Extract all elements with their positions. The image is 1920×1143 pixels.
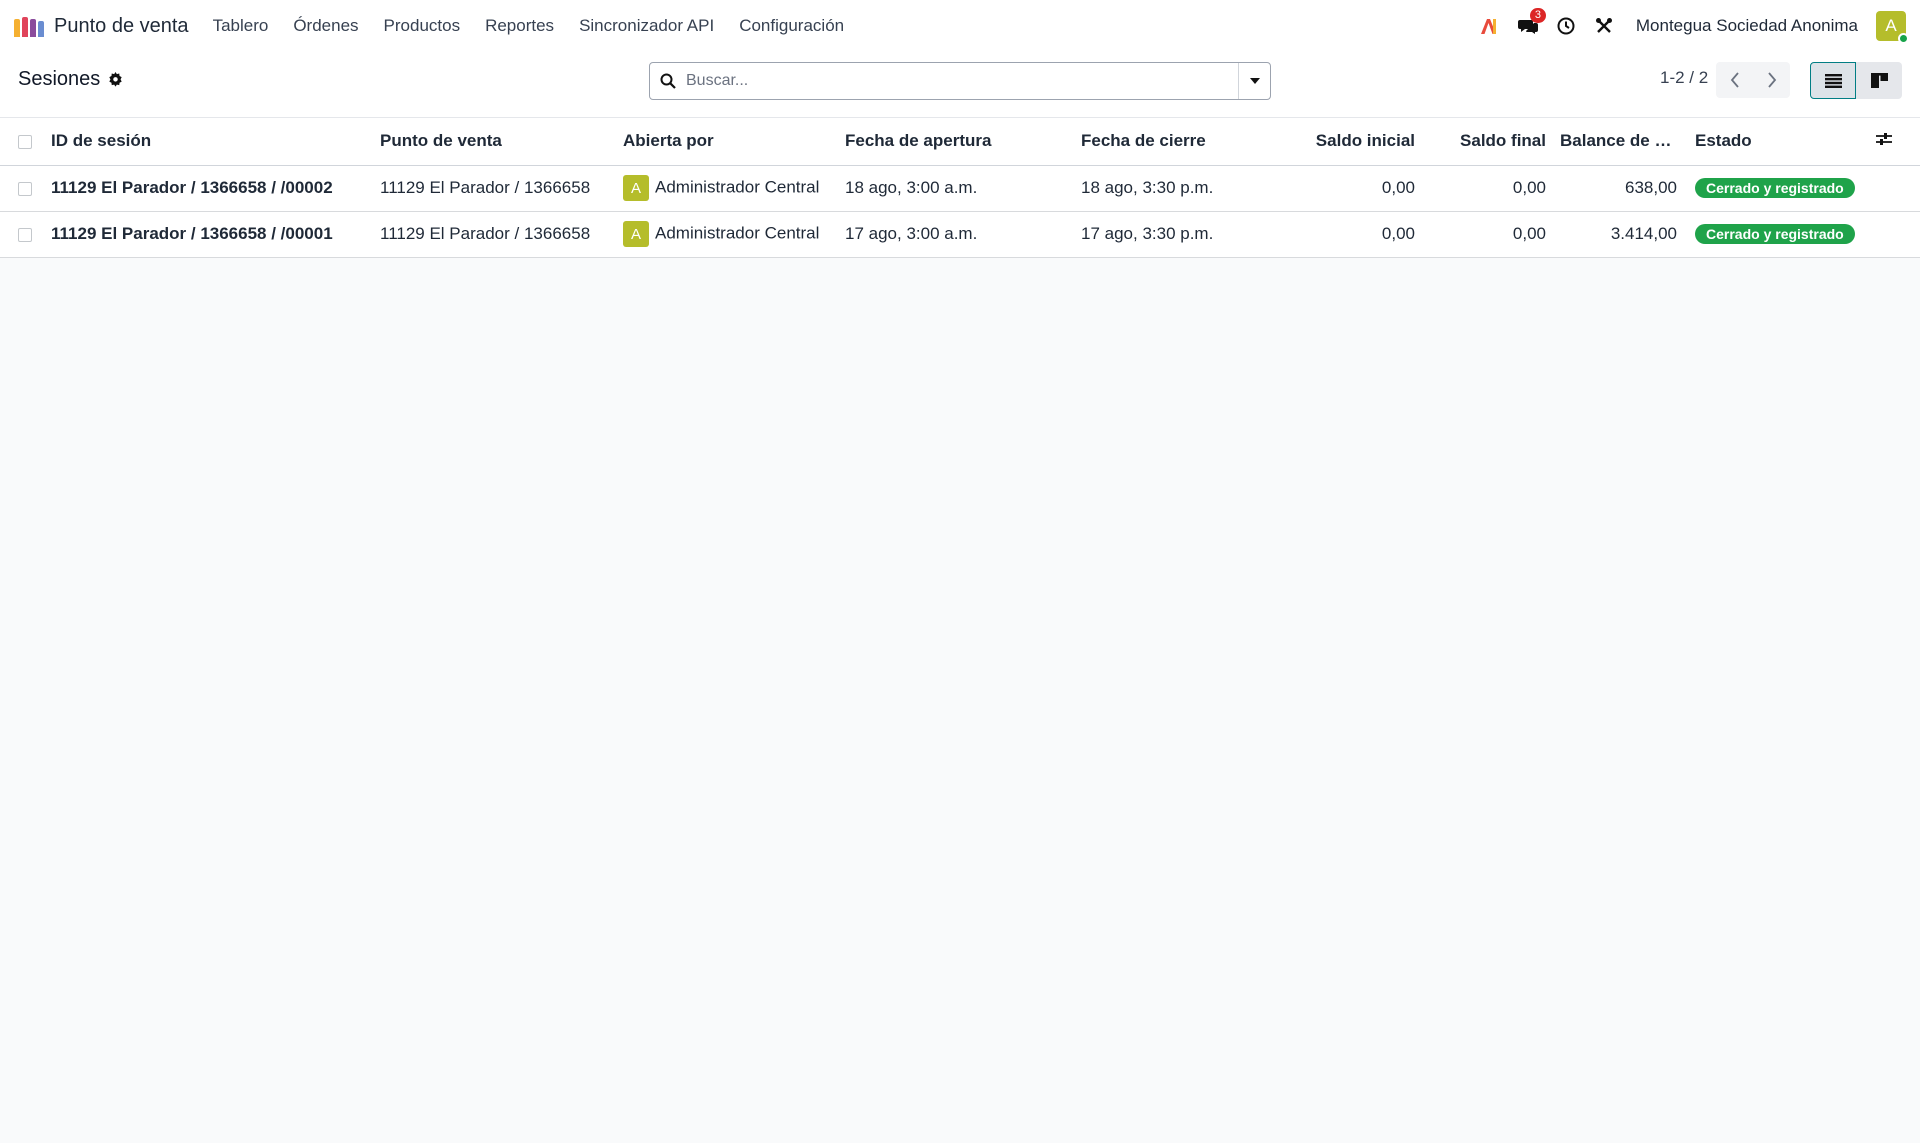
- breadcrumb: Sesiones: [18, 68, 123, 91]
- cell-opening-balance[interactable]: 0,00: [1277, 165, 1426, 212]
- row-checkbox[interactable]: [18, 181, 32, 196]
- pager-value[interactable]: 1-2 / 2: [1660, 68, 1708, 88]
- view-switcher: [1810, 62, 1902, 99]
- sliders-icon: [1876, 132, 1892, 145]
- cell-closing-date[interactable]: 18 ago, 3:30 p.m.: [1081, 165, 1277, 212]
- cell-closing-balance[interactable]: 0,00: [1426, 211, 1556, 258]
- cell-pos[interactable]: 11129 El Parador / 1366658: [380, 165, 623, 212]
- column-header-balance[interactable]: Balance de ci...: [1556, 118, 1687, 166]
- column-header-pos[interactable]: Punto de venta: [380, 118, 623, 166]
- kanban-view-button[interactable]: [1856, 62, 1902, 99]
- pos-app-icon[interactable]: [14, 15, 44, 37]
- row-select-cell: [0, 165, 42, 212]
- cell-opening-date[interactable]: 18 ago, 3:00 a.m.: [845, 165, 1081, 212]
- table-row[interactable]: 11129 El Parador / 1366658 / /00002 1112…: [0, 165, 1920, 212]
- select-all-checkbox[interactable]: [18, 134, 32, 149]
- cell-session-id[interactable]: 11129 El Parador / 1366658 / /00001: [42, 211, 380, 258]
- menu-item-reportes[interactable]: Reportes: [485, 16, 554, 36]
- cell-status[interactable]: Cerrado y registrado: [1687, 165, 1872, 212]
- cell-closing-date[interactable]: 17 ago, 3:30 p.m.: [1081, 211, 1277, 258]
- menu-item-tablero[interactable]: Tablero: [213, 16, 269, 36]
- kanban-view-icon: [1870, 73, 1888, 88]
- cell-opening-date[interactable]: 17 ago, 3:00 a.m.: [845, 211, 1081, 258]
- sessions-list: ID de sesión Punto de venta Abierta por …: [0, 118, 1920, 258]
- search-input[interactable]: [686, 63, 1238, 99]
- chat-icon[interactable]: 3: [1517, 8, 1547, 36]
- cell-status[interactable]: Cerrado y registrado: [1687, 211, 1872, 258]
- ai-icon[interactable]: [1480, 16, 1500, 36]
- clock-icon[interactable]: [1556, 16, 1576, 36]
- row-checkbox[interactable]: [18, 227, 32, 242]
- company-switcher[interactable]: Montegua Sociedad Anonima: [1636, 16, 1858, 36]
- page-title: Sesiones: [18, 68, 101, 90]
- caret-down-icon: [1249, 78, 1260, 84]
- list-view-button[interactable]: [1810, 62, 1856, 99]
- column-header-closing-date[interactable]: Fecha de cierre: [1081, 118, 1277, 166]
- row-select-cell: [0, 211, 42, 258]
- status-badge: Cerrado y registrado: [1695, 178, 1855, 198]
- user-avatar-initial: A: [1885, 16, 1897, 35]
- column-header-session-id[interactable]: ID de sesión: [42, 118, 380, 166]
- opened-by-name: Administrador Central: [655, 177, 820, 197]
- cell-balance[interactable]: 638,00: [1556, 165, 1687, 212]
- cell-opened-by[interactable]: A Administrador Central: [623, 211, 845, 258]
- menu-item-configuracion[interactable]: Configuración: [739, 16, 844, 36]
- status-badge: Cerrado y registrado: [1695, 224, 1855, 244]
- control-panel: Sesiones 1-2 / 2: [0, 52, 1920, 118]
- cell-balance[interactable]: 3.414,00: [1556, 211, 1687, 258]
- row-empty-cell: [1872, 165, 1920, 212]
- pager-next-button[interactable]: [1753, 62, 1790, 98]
- gear-icon[interactable]: [108, 72, 123, 87]
- row-empty-cell: [1872, 211, 1920, 258]
- app-name[interactable]: Punto de venta: [54, 15, 189, 38]
- systray: 3 Montegua Sociedad Anonima A: [1480, 8, 1909, 44]
- list-view-icon: [1824, 73, 1842, 88]
- search-icon: [650, 73, 686, 89]
- pager-buttons: [1716, 62, 1790, 98]
- column-header-opening-date[interactable]: Fecha de apertura: [845, 118, 1081, 166]
- top-navbar: Punto de venta Tablero Órdenes Productos…: [0, 0, 1920, 52]
- cell-opening-balance[interactable]: 0,00: [1277, 211, 1426, 258]
- table-row[interactable]: 11129 El Parador / 1366658 / /00001 1112…: [0, 211, 1920, 258]
- pager: 1-2 / 2: [1660, 68, 1708, 88]
- user-avatar[interactable]: A: [1876, 11, 1909, 44]
- select-all-cell: [0, 118, 42, 166]
- opened-by-name: Administrador Central: [655, 223, 820, 243]
- user-avatar: A: [623, 175, 649, 201]
- chevron-left-icon: [1730, 72, 1739, 88]
- cell-pos[interactable]: 11129 El Parador / 1366658: [380, 211, 623, 258]
- search-bar: [649, 62, 1271, 100]
- cell-closing-balance[interactable]: 0,00: [1426, 165, 1556, 212]
- menu-item-productos[interactable]: Productos: [384, 16, 461, 36]
- column-header-closing-balance[interactable]: Saldo final: [1426, 118, 1556, 166]
- online-status-icon: [1898, 33, 1909, 44]
- column-header-status[interactable]: Estado: [1687, 118, 1872, 166]
- cell-session-id[interactable]: 11129 El Parador / 1366658 / /00002: [42, 165, 380, 212]
- message-count-badge: 3: [1529, 8, 1547, 23]
- cell-opened-by[interactable]: A Administrador Central: [623, 165, 845, 212]
- menu-item-ordenes[interactable]: Órdenes: [293, 16, 358, 36]
- table-header-row: ID de sesión Punto de venta Abierta por …: [0, 118, 1920, 166]
- search-options-toggle[interactable]: [1238, 63, 1270, 99]
- user-avatar: A: [623, 221, 649, 247]
- column-header-opening-balance[interactable]: Saldo inicial: [1277, 118, 1426, 166]
- sessions-table: ID de sesión Punto de venta Abierta por …: [0, 118, 1920, 258]
- menu-item-sincronizador[interactable]: Sincronizador API: [579, 16, 714, 36]
- tools-icon[interactable]: [1594, 16, 1614, 36]
- chevron-right-icon: [1767, 72, 1776, 88]
- optional-columns-toggle[interactable]: [1872, 118, 1920, 166]
- pager-previous-button[interactable]: [1716, 62, 1753, 98]
- column-header-opened-by[interactable]: Abierta por: [623, 118, 845, 166]
